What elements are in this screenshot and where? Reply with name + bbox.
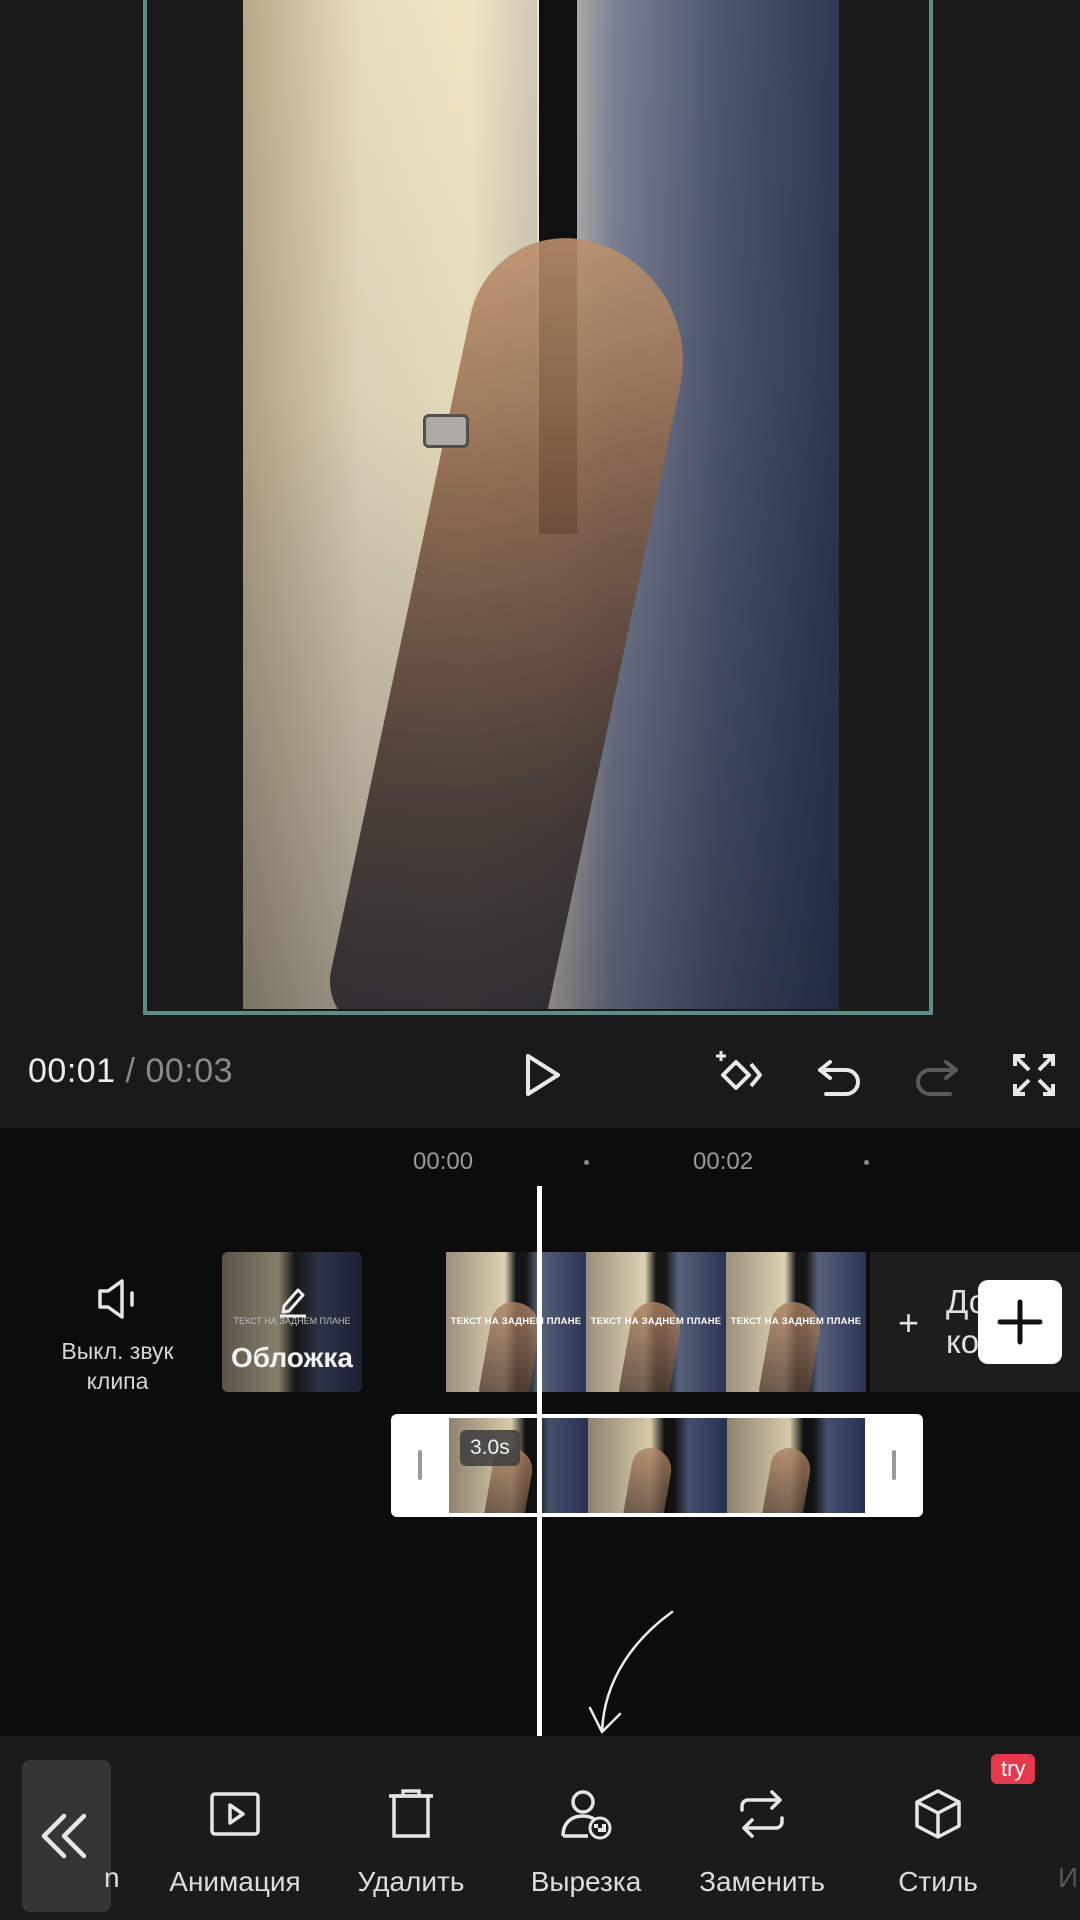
video-preview[interactable]: [0, 0, 1080, 1128]
main-video-track[interactable]: ТЕКСТ НА ЗАДНЕМ ПЛАНЕ ТЕКСТ НА ЗАДНЕМ ПЛ…: [446, 1252, 866, 1392]
mute-label-line1: Выкл. звук: [61, 1338, 174, 1364]
tool-delete[interactable]: Удалить: [336, 1786, 486, 1898]
clip-duration: 3.0s: [460, 1430, 520, 1466]
ruler-label-0: 00:00: [413, 1148, 474, 1175]
overlay-clip-selected[interactable]: 3.0s: [391, 1414, 923, 1517]
bottom-toolbar: n Анимация Удалить Вырезка Заменить Стил…: [0, 1736, 1080, 1920]
video-frame-thumb: ТЕКСТ НА ЗАДНЕМ ПЛАНЕ: [446, 1252, 586, 1392]
tool-label: Стиль: [898, 1866, 978, 1897]
current-time: 00:01: [28, 1052, 116, 1090]
fullscreen-icon[interactable]: [1007, 1048, 1061, 1102]
hint-arrow-icon: [588, 1610, 674, 1734]
cover-label: Обложка: [231, 1342, 353, 1373]
tool-label: Вырезка: [530, 1866, 642, 1897]
canvas-frame[interactable]: [143, 0, 933, 1015]
redo-icon[interactable]: [910, 1048, 964, 1102]
speaker-muted-icon: [97, 1279, 134, 1319]
video-frame-thumb: ТЕКСТ НА ЗАДНЕМ ПЛАНЕ: [586, 1252, 726, 1392]
trash-icon: [389, 1789, 433, 1838]
replace-icon: [740, 1790, 784, 1838]
clip-thumb-text: ТЕКСТ НА ЗАДНЕМ ПЛАНЕ: [450, 1316, 582, 1327]
ruler-dot: [584, 1160, 589, 1165]
person-cutout-icon: [561, 1790, 612, 1840]
clip-thumb-text: ТЕКСТ НА ЗАДНЕМ ПЛАНЕ: [730, 1316, 862, 1327]
total-time: 00:03: [145, 1052, 234, 1090]
animation-icon: [210, 1792, 260, 1836]
tool-label: Заменить: [699, 1866, 825, 1897]
edit-icon: [280, 1288, 306, 1318]
partial-tool-label-right: И: [1058, 1862, 1079, 1893]
undo-icon[interactable]: [812, 1048, 866, 1102]
partial-tool-label-left: n: [104, 1862, 120, 1893]
player-controls: 00:01 / 00:03: [0, 1030, 1080, 1120]
video-frame-thumb: ТЕКСТ НА ЗАДНЕМ ПЛАНЕ: [726, 1252, 866, 1392]
keyframe-icon[interactable]: [714, 1048, 768, 1102]
preview-image: [243, 0, 839, 1009]
plus-icon: +: [898, 1302, 920, 1343]
cube-icon: [915, 1789, 961, 1839]
timeline[interactable]: 00:00 00:02 Выкл. звук клипа ТЕКСТ НА ЗА…: [0, 1128, 1080, 1746]
timecode: 00:01 / 00:03: [28, 1052, 233, 1091]
tool-style[interactable]: Стиль: [863, 1786, 1013, 1898]
plus-icon: [997, 1299, 1043, 1345]
trim-handle-right[interactable]: [892, 1450, 896, 1480]
clip-thumb-text: ТЕКСТ НА ЗАДНЕМ ПЛАНЕ: [590, 1316, 722, 1327]
tool-replace[interactable]: Заменить: [687, 1786, 837, 1898]
mute-label-line2: клипа: [86, 1368, 149, 1394]
tool-label: Анимация: [169, 1866, 301, 1897]
play-icon[interactable]: [514, 1048, 568, 1102]
try-badge: try: [991, 1754, 1036, 1784]
tool-cutout[interactable]: Вырезка: [511, 1786, 661, 1898]
ruler-label-1: 00:02: [693, 1148, 754, 1175]
ruler-dot: [864, 1160, 869, 1165]
playhead[interactable]: [537, 1186, 542, 1746]
double-chevron-left-icon: [41, 1813, 87, 1859]
time-separator: /: [125, 1052, 136, 1090]
add-media-button[interactable]: [978, 1280, 1062, 1364]
back-button[interactable]: [22, 1760, 111, 1912]
trim-handle-left[interactable]: [418, 1450, 422, 1480]
cover-button[interactable]: ТЕКСТ НА ЗАДНЕМ ПЛАНЕ Обложка: [222, 1252, 362, 1392]
mute-clip-button[interactable]: Выкл. звук клипа: [40, 1273, 195, 1396]
tool-animation[interactable]: Анимация: [160, 1786, 310, 1898]
tool-label: Удалить: [357, 1866, 465, 1897]
